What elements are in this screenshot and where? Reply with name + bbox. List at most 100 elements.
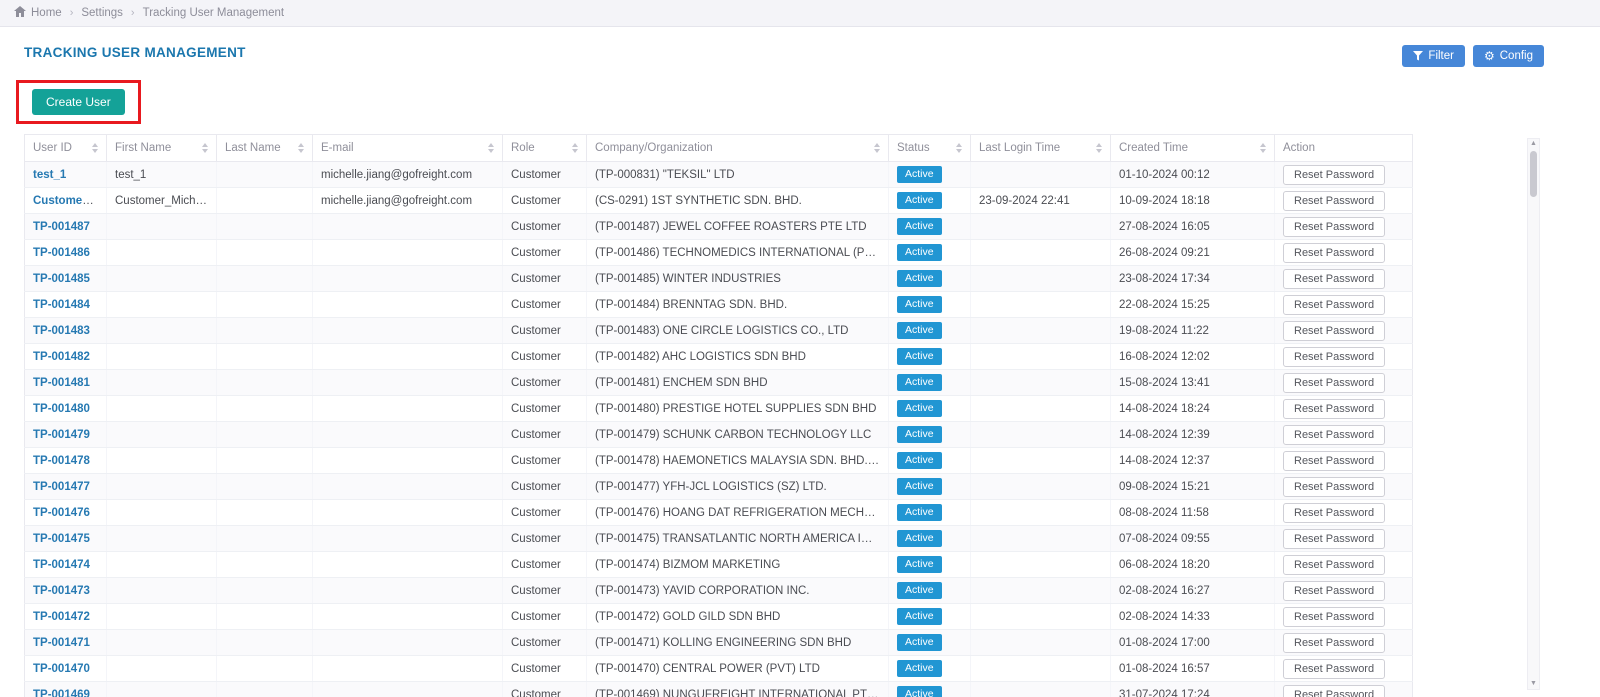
breadcrumb-home[interactable]: Home — [14, 6, 62, 20]
sort-icon[interactable] — [956, 143, 962, 153]
reset-password-button[interactable]: Reset Password — [1283, 685, 1385, 697]
cell-action: Reset Password — [1275, 318, 1413, 344]
col-header-status[interactable]: Status — [889, 135, 971, 162]
col-header-user-id[interactable]: User ID — [25, 135, 107, 162]
reset-password-button[interactable]: Reset Password — [1283, 477, 1385, 497]
cell-action: Reset Password — [1275, 448, 1413, 474]
user-id-link[interactable]: test_1 — [33, 169, 66, 181]
scrollbar-thumb[interactable] — [1530, 151, 1537, 197]
cell-first-name — [107, 240, 217, 266]
cell-created: 14-08-2024 12:39 — [1111, 422, 1275, 448]
reset-password-button[interactable]: Reset Password — [1283, 555, 1385, 575]
reset-password-button[interactable]: Reset Password — [1283, 165, 1385, 185]
user-id-link[interactable]: TP-001472 — [33, 611, 90, 623]
cell-company: (TP-001478) HAEMONETICS MALAYSIA SDN. BH… — [587, 448, 889, 474]
cell-status: Active — [889, 682, 971, 697]
reset-password-button[interactable]: Reset Password — [1283, 269, 1385, 289]
user-id-link[interactable]: TP-001471 — [33, 637, 90, 649]
reset-password-button[interactable]: Reset Password — [1283, 529, 1385, 549]
scroll-down-arrow[interactable]: ▼ — [1528, 679, 1539, 689]
reset-password-button[interactable]: Reset Password — [1283, 373, 1385, 393]
reset-password-button[interactable]: Reset Password — [1283, 425, 1385, 445]
cell-status: Active — [889, 552, 971, 578]
user-id-link[interactable]: TP-001475 — [33, 533, 90, 545]
cell-last-name — [217, 162, 313, 188]
user-id-link[interactable]: TP-001479 — [33, 429, 90, 441]
user-id-link[interactable]: TP-001474 — [33, 559, 90, 571]
col-header-created[interactable]: Created Time — [1111, 135, 1275, 162]
user-id-link[interactable]: TP-001473 — [33, 585, 90, 597]
sort-icon[interactable] — [874, 143, 880, 153]
scroll-up-arrow[interactable]: ▲ — [1528, 139, 1539, 149]
reset-password-button[interactable]: Reset Password — [1283, 503, 1385, 523]
reset-password-button[interactable]: Reset Password — [1283, 451, 1385, 471]
cell-action: Reset Password — [1275, 578, 1413, 604]
cell-created: 19-08-2024 11:22 — [1111, 318, 1275, 344]
user-id-link[interactable]: TP-001484 — [33, 299, 90, 311]
cell-first-name — [107, 656, 217, 682]
cell-created: 02-08-2024 14:33 — [1111, 604, 1275, 630]
col-header-company[interactable]: Company/Organization — [587, 135, 889, 162]
user-id-link[interactable]: TP-001476 — [33, 507, 90, 519]
user-id-link[interactable]: TP-001485 — [33, 273, 90, 285]
col-header-first-name[interactable]: First Name — [107, 135, 217, 162]
reset-password-button[interactable]: Reset Password — [1283, 347, 1385, 367]
cell-role: Customer — [503, 630, 587, 656]
col-header-last-name[interactable]: Last Name — [217, 135, 313, 162]
cell-user-id: TP-001483 — [25, 318, 107, 344]
create-user-button[interactable]: Create User — [32, 89, 125, 115]
table-row: TP-001472 Customer (TP-001472) GOLD GILD… — [25, 604, 1413, 630]
cell-company: (TP-001481) ENCHEM SDN BHD — [587, 370, 889, 396]
reset-password-button[interactable]: Reset Password — [1283, 321, 1385, 341]
user-table: User ID First Name Last Name E-mail Role… — [24, 134, 1413, 697]
cell-first-name — [107, 500, 217, 526]
user-id-link[interactable]: TP-001469 — [33, 689, 90, 697]
reset-password-button[interactable]: Reset Password — [1283, 581, 1385, 601]
sort-icon[interactable] — [488, 143, 494, 153]
cell-role: Customer — [503, 214, 587, 240]
user-id-link[interactable]: TP-001486 — [33, 247, 90, 259]
col-header-last-login[interactable]: Last Login Time — [971, 135, 1111, 162]
cell-last-name — [217, 318, 313, 344]
breadcrumb-settings-label: Settings — [81, 7, 123, 19]
user-id-link[interactable]: TP-001482 — [33, 351, 90, 363]
cell-role: Customer — [503, 240, 587, 266]
cell-last-name — [217, 422, 313, 448]
sort-icon[interactable] — [202, 143, 208, 153]
config-button[interactable]: ⚙ Config — [1473, 45, 1544, 67]
user-id-link[interactable]: TP-001483 — [33, 325, 90, 337]
reset-password-button[interactable]: Reset Password — [1283, 399, 1385, 419]
home-icon — [14, 6, 26, 20]
cell-role: Customer — [503, 318, 587, 344]
sort-icon[interactable] — [572, 143, 578, 153]
reset-password-button[interactable]: Reset Password — [1283, 607, 1385, 627]
user-id-link[interactable]: TP-001470 — [33, 663, 90, 675]
sort-icon[interactable] — [1260, 143, 1266, 153]
reset-password-button[interactable]: Reset Password — [1283, 659, 1385, 679]
user-id-link[interactable]: TP-001477 — [33, 481, 90, 493]
cell-first-name — [107, 318, 217, 344]
sort-icon[interactable] — [298, 143, 304, 153]
col-header-email[interactable]: E-mail — [313, 135, 503, 162]
breadcrumb-settings[interactable]: Settings — [81, 7, 123, 19]
user-id-link[interactable]: TP-001478 — [33, 455, 90, 467]
reset-password-button[interactable]: Reset Password — [1283, 633, 1385, 653]
breadcrumb-current: Tracking User Management — [143, 7, 284, 19]
user-id-link[interactable]: Customer_Michelle — [33, 195, 107, 207]
reset-password-button[interactable]: Reset Password — [1283, 191, 1385, 211]
sort-icon[interactable] — [92, 143, 98, 153]
cell-user-id: TP-001484 — [25, 292, 107, 318]
sort-icon[interactable] — [1096, 143, 1102, 153]
cell-user-id: TP-001479 — [25, 422, 107, 448]
user-id-link[interactable]: TP-001481 — [33, 377, 90, 389]
reset-password-button[interactable]: Reset Password — [1283, 243, 1385, 263]
vertical-scrollbar[interactable]: ▲ ▼ — [1527, 138, 1540, 690]
reset-password-button[interactable]: Reset Password — [1283, 295, 1385, 315]
breadcrumb-separator: › — [70, 7, 74, 19]
user-id-link[interactable]: TP-001480 — [33, 403, 90, 415]
reset-password-button[interactable]: Reset Password — [1283, 217, 1385, 237]
cell-last-name — [217, 240, 313, 266]
filter-button[interactable]: Filter — [1402, 45, 1465, 67]
user-id-link[interactable]: TP-001487 — [33, 221, 90, 233]
col-header-role[interactable]: Role — [503, 135, 587, 162]
